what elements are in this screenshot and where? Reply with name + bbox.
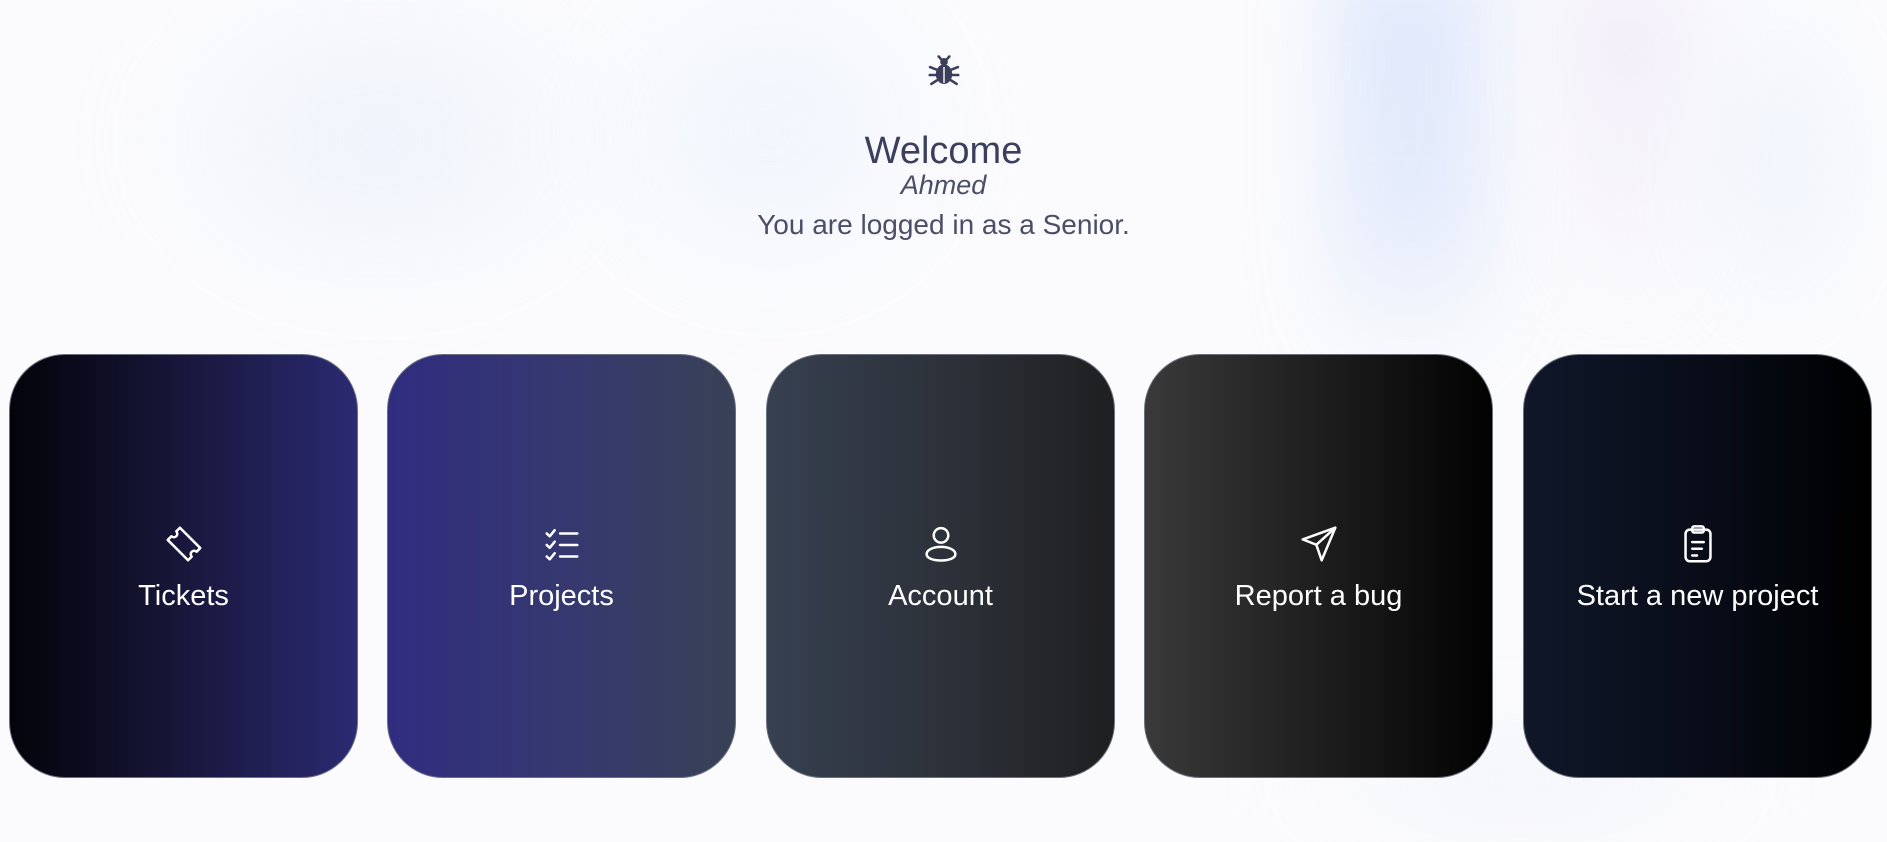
account-label: Account <box>888 580 993 612</box>
clipboard-icon <box>1675 521 1721 567</box>
welcome-title: Welcome <box>864 130 1023 172</box>
welcome-header: Welcome Ahmed You are logged in as a Sen… <box>0 52 1887 241</box>
new-project-card[interactable]: Start a new project <box>1523 354 1872 778</box>
projects-card[interactable]: Projects <box>387 354 736 778</box>
send-icon <box>1296 521 1342 567</box>
tickets-label: Tickets <box>138 580 229 612</box>
new-project-label: Start a new project <box>1576 580 1819 612</box>
checklist-icon <box>539 521 585 567</box>
report-bug-label: Report a bug <box>1234 580 1403 612</box>
projects-label: Projects <box>509 580 614 612</box>
tickets-card[interactable]: Tickets <box>9 354 358 778</box>
user-icon <box>918 521 964 567</box>
account-card[interactable]: Account <box>766 354 1115 778</box>
bug-icon <box>925 52 963 90</box>
ticket-icon <box>161 521 207 567</box>
report-bug-card[interactable]: Report a bug <box>1144 354 1493 778</box>
role-text: You are logged in as a Senior. <box>757 209 1130 240</box>
username: Ahmed <box>900 170 987 200</box>
